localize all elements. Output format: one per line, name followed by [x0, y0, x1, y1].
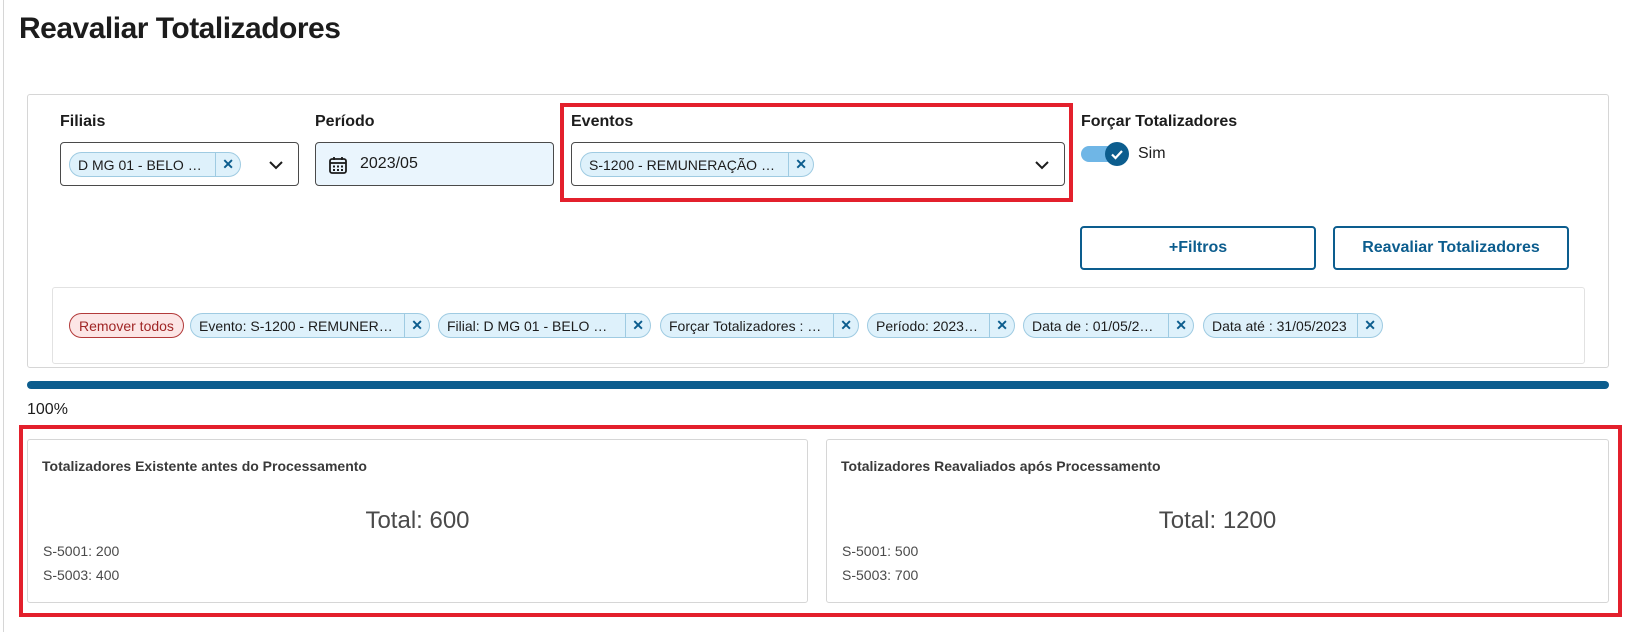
- chevron-down-icon[interactable]: [266, 155, 286, 175]
- progress-bar: [27, 381, 1609, 389]
- progress-percent: 100%: [27, 401, 68, 418]
- periodo-label: Período: [315, 113, 375, 130]
- results-before-line: S-5001: 200: [43, 543, 120, 559]
- results-before-title: Totalizadores Existente antes do Process…: [42, 458, 367, 474]
- filiais-select[interactable]: D MG 01 - BELO HOR ✕: [60, 142, 299, 186]
- forcar-toggle[interactable]: [1081, 142, 1129, 166]
- filiais-chip-label: D MG 01 - BELO HOR: [78, 156, 216, 173]
- close-icon[interactable]: ✕: [834, 317, 858, 334]
- applied-filter-chip: Data de : 01/05/2023 ✕: [1023, 313, 1194, 338]
- results-after-total: Total: 1200: [1158, 507, 1277, 534]
- toggle-knob: [1105, 142, 1129, 166]
- close-icon[interactable]: ✕: [216, 156, 240, 173]
- remove-all-button[interactable]: Remover todos: [69, 313, 184, 338]
- applied-filter-chip: Data até : 31/05/2023 ✕: [1203, 313, 1383, 338]
- page-title: Reavaliar Totalizadores: [19, 12, 341, 45]
- close-icon[interactable]: ✕: [405, 317, 429, 334]
- results-after-line: S-5003: 700: [842, 567, 919, 583]
- filiais-label: Filiais: [60, 113, 106, 130]
- calendar-icon[interactable]: [328, 155, 348, 175]
- applied-filter-chip: Forçar Totalizadores : Sim ✕: [660, 313, 859, 338]
- periodo-value: 2023/05: [360, 155, 418, 172]
- results-after-title: Totalizadores Reavaliados após Processam…: [841, 458, 1161, 474]
- applied-filter-chip-label: Período: 2023/05: [876, 317, 984, 334]
- applied-filter-chip: Evento: S-1200 - REMUNERA... ✕: [190, 313, 430, 338]
- periodo-input[interactable]: 2023/05: [315, 142, 554, 186]
- check-icon: [1111, 150, 1123, 160]
- applied-filter-chip-label: Filial: D MG 01 - BELO HOR: [447, 317, 625, 334]
- forcar-toggle-label: Sim: [1138, 145, 1166, 162]
- close-icon[interactable]: ✕: [1169, 317, 1193, 334]
- close-icon[interactable]: ✕: [1358, 317, 1382, 334]
- forcar-label: Forçar Totalizadores: [1081, 113, 1238, 130]
- close-icon[interactable]: ✕: [626, 317, 650, 334]
- applied-filter-chip-label: Forçar Totalizadores : Sim: [669, 317, 832, 334]
- results-before-total: Total: 600: [365, 507, 470, 534]
- applied-filter-chip-label: Data de : 01/05/2023: [1032, 317, 1163, 334]
- results-before-card: Totalizadores Existente antes do Process…: [27, 439, 808, 603]
- applied-filter-chip: Filial: D MG 01 - BELO HOR ✕: [438, 313, 651, 338]
- eventos-highlight-box: [560, 103, 1073, 202]
- left-divider: [3, 0, 4, 632]
- filiais-chip: D MG 01 - BELO HOR ✕: [69, 152, 241, 177]
- results-before-line: S-5003: 400: [43, 567, 120, 583]
- applied-filter-chip: Período: 2023/05 ✕: [867, 313, 1015, 338]
- reevaluate-button[interactable]: Reavaliar Totalizadores: [1333, 226, 1569, 270]
- applied-filter-chip-label: Data até : 31/05/2023: [1212, 317, 1347, 334]
- close-icon[interactable]: ✕: [990, 317, 1014, 334]
- results-after-card: Totalizadores Reavaliados após Processam…: [826, 439, 1609, 603]
- applied-filter-chip-label: Evento: S-1200 - REMUNERA...: [199, 317, 400, 334]
- results-after-line: S-5001: 500: [842, 543, 919, 559]
- more-filters-button[interactable]: +Filtros: [1080, 226, 1316, 270]
